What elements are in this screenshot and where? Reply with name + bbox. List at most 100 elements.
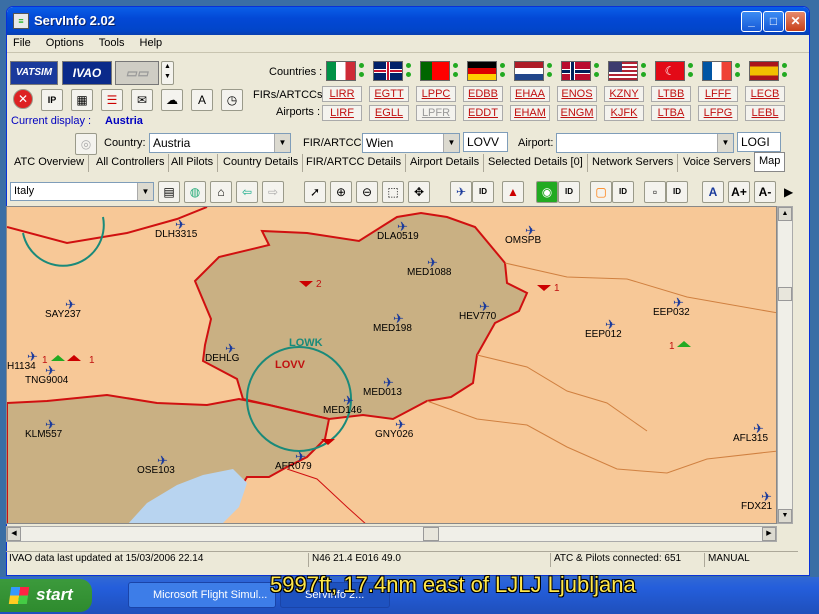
airport-code-input[interactable]: LOGI (737, 132, 781, 152)
chevron-down-icon[interactable]: ▼ (443, 134, 459, 152)
region-select[interactable]: Italy ▼ (10, 182, 154, 201)
network-spinner[interactable]: ▲ ▼ (161, 61, 174, 85)
menu-tools[interactable]: Tools (93, 35, 131, 51)
map-canvas[interactable]: LOWK LOVV 2 1 1 1 1 DLH3315 ✈ DLA0519 ✈ OMSP… (6, 206, 777, 524)
show-boundaries-icon[interactable]: ▫ (644, 181, 666, 203)
show-airports-icon[interactable]: ◉ (536, 181, 558, 203)
message-icon[interactable]: ✉ (131, 89, 153, 111)
flag-norway-icon[interactable] (561, 61, 591, 81)
forward-arrow-icon[interactable]: ⇨ (262, 181, 284, 203)
fir-enos[interactable]: ENOS (557, 86, 597, 102)
fir-lppc[interactable]: LPPC (416, 86, 456, 102)
aircraft-icon[interactable]: ✈ (395, 417, 406, 433)
aircraft-icon[interactable]: ✈ (225, 341, 236, 357)
fir-lirr[interactable]: LIRR (322, 86, 362, 102)
ip-icon[interactable]: IP (41, 89, 63, 111)
aircraft-callsign[interactable]: EEP012 (585, 329, 622, 340)
chevron-down-icon[interactable]: ▼ (137, 183, 153, 200)
airport-lfpg[interactable]: LFPG (698, 105, 738, 121)
aircraft-callsign[interactable]: AFR079 (275, 461, 312, 472)
chevron-down-icon[interactable]: ▼ (274, 134, 290, 152)
start-button[interactable]: start (0, 579, 92, 612)
aircraft-callsign[interactable]: KLM557 (25, 429, 62, 440)
grid-icon[interactable]: ▦ (71, 89, 93, 111)
aircraft-callsign[interactable]: EEP032 (653, 307, 690, 318)
locate-icon[interactable]: ◎ (75, 133, 97, 155)
controller-marker[interactable] (67, 355, 81, 361)
minimize-button[interactable]: _ (741, 11, 762, 32)
map-vertical-scrollbar[interactable]: ▲ ▼ (777, 206, 793, 524)
font-larger-icon[interactable]: A+ (728, 181, 750, 203)
maximize-button[interactable]: □ (763, 11, 784, 32)
scroll-left-icon[interactable]: ◀ (7, 527, 21, 541)
menu-options[interactable]: Options (40, 35, 90, 51)
flag-france-icon[interactable] (702, 61, 732, 81)
flag-portugal-icon[interactable] (420, 61, 450, 81)
tab-country-details[interactable]: Country Details (219, 154, 304, 172)
close-button[interactable]: ✕ (785, 11, 806, 32)
boundary-id-toggle[interactable]: ID (666, 181, 688, 203)
fir-egtt[interactable]: EGTT (369, 86, 409, 102)
ivao-logo-button[interactable]: IVAO (62, 61, 112, 85)
airport-select[interactable]: ▼ (556, 133, 734, 153)
aircraft-icon[interactable]: ✈ (383, 375, 394, 391)
flag-turkey-icon[interactable]: ☾ (655, 61, 685, 81)
fir-edbb[interactable]: EDBB (463, 86, 503, 102)
network-book-icon[interactable]: ▭▭ (115, 61, 159, 85)
font-smaller-icon[interactable]: A- (754, 181, 776, 203)
tab-atc-overview[interactable]: ATC Overview (10, 154, 90, 172)
aircraft-icon[interactable]: ✈ (45, 363, 56, 379)
show-fir-icon[interactable]: ▢ (590, 181, 612, 203)
aircraft-icon[interactable]: ✈ (343, 393, 354, 409)
pointer-icon[interactable]: ➚ (304, 181, 326, 203)
aircraft-icon[interactable]: ✈ (45, 417, 56, 433)
zoom-box-icon[interactable]: ⬚ (382, 181, 404, 203)
map-settings-icon[interactable]: ▤ (158, 181, 180, 203)
aircraft-callsign[interactable]: OSE103 (137, 465, 175, 476)
fir-code-input[interactable]: LOVV (463, 132, 508, 152)
flag-netherlands-icon[interactable] (514, 61, 544, 81)
pan-icon[interactable]: ✥ (408, 181, 430, 203)
clock-icon[interactable]: ◷ (221, 89, 243, 111)
back-arrow-icon[interactable]: ⇦ (236, 181, 258, 203)
airport-kjfk[interactable]: KJFK (604, 105, 644, 121)
fir-select[interactable]: Wien ▼ (362, 133, 460, 153)
scroll-thumb[interactable] (778, 287, 792, 301)
flag-uk-icon[interactable] (373, 61, 403, 81)
fir-id-toggle[interactable]: ID (612, 181, 634, 203)
scroll-down-icon[interactable]: ▼ (778, 509, 792, 523)
toolbar-more-icon[interactable]: ▶ (784, 185, 793, 199)
globe-icon[interactable]: ◍ (184, 181, 206, 203)
airport-eham[interactable]: EHAM (510, 105, 550, 121)
aircraft-icon[interactable]: ✈ (673, 295, 684, 311)
aircraft-id-toggle[interactable]: ID (472, 181, 494, 203)
aircraft-icon[interactable]: ✈ (397, 219, 408, 235)
aircraft-icon[interactable]: ✈ (65, 297, 76, 313)
stop-icon[interactable]: ✕ (13, 89, 33, 109)
home-icon[interactable]: ⌂ (210, 181, 232, 203)
fir-lfff[interactable]: LFFF (698, 86, 738, 102)
map-horizontal-scrollbar[interactable]: ◀ ▶ (6, 526, 777, 542)
tab-network-servers[interactable]: Network Servers (588, 154, 679, 172)
fir-kzny[interactable]: KZNY (604, 86, 644, 102)
aircraft-icon[interactable]: ✈ (605, 317, 616, 333)
flag-italy-icon[interactable] (326, 61, 356, 81)
fir-ehaa[interactable]: EHAA (510, 86, 550, 102)
tab-voice-servers[interactable]: Voice Servers (679, 154, 756, 172)
vatsim-logo-button[interactable]: VATSIM (10, 61, 58, 85)
airport-engm[interactable]: ENGM (557, 105, 597, 121)
show-aircraft-icon[interactable]: ✈ (450, 181, 472, 203)
tab-all-controllers[interactable]: All Controllers (92, 154, 170, 172)
aircraft-icon[interactable]: ✈ (27, 349, 38, 365)
taskbar-flight-simulator[interactable]: Microsoft Flight Simul... (128, 582, 276, 608)
show-controllers-icon[interactable]: ▲ (502, 181, 524, 203)
list-icon[interactable]: ☰ (101, 89, 123, 111)
zoom-in-icon[interactable]: ⊕ (330, 181, 352, 203)
aircraft-icon[interactable]: ✈ (525, 223, 536, 239)
aircraft-icon[interactable]: ✈ (393, 311, 404, 327)
zoom-out-icon[interactable]: ⊖ (356, 181, 378, 203)
country-select[interactable]: Austria ▼ (149, 133, 291, 153)
map-svg[interactable] (7, 207, 777, 524)
aircraft-icon[interactable]: ✈ (175, 217, 186, 233)
tab-selected-details[interactable]: Selected Details [0] (484, 154, 588, 172)
